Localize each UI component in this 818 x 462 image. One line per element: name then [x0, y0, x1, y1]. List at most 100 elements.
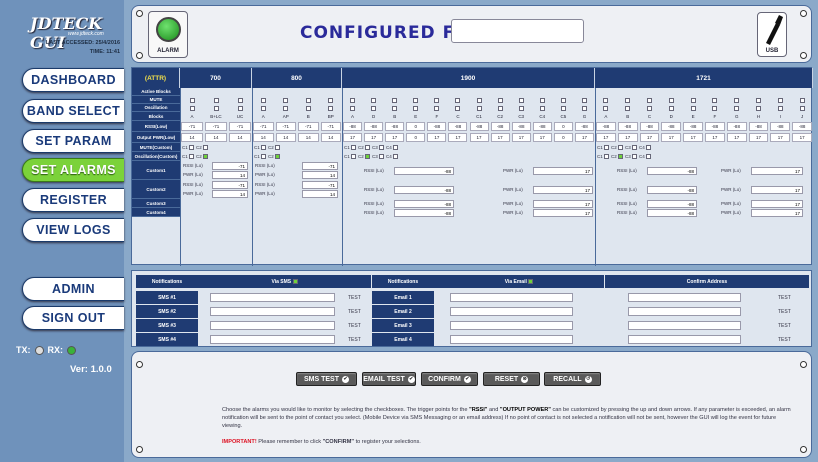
rssi-low-field[interactable]: -88 — [705, 122, 725, 131]
nav-sign-out[interactable]: SIGN OUT — [22, 306, 124, 330]
nav-view-logs[interactable]: VIEW LOGS — [22, 218, 124, 242]
alarm-checkbox[interactable] — [755, 105, 761, 111]
nav-register[interactable]: REGISTER — [22, 188, 124, 212]
nav-band-select[interactable]: BAND SELECT — [22, 99, 124, 123]
rssi-low-field[interactable]: 0 — [406, 122, 426, 131]
alarm-checkbox[interactable] — [189, 97, 195, 103]
pwr-lo-field[interactable]: 17 — [533, 166, 593, 175]
alarm-checkbox[interactable] — [260, 105, 266, 111]
pwr-lo-field[interactable]: 17 — [751, 199, 803, 208]
custom-checkbox[interactable] — [275, 154, 280, 159]
email-input[interactable] — [450, 307, 573, 316]
sms-test-link[interactable]: TEST — [348, 295, 361, 301]
alarm-checkbox[interactable] — [734, 105, 740, 111]
rssi-low-field[interactable]: -88 — [490, 122, 510, 131]
rssi-low-field[interactable]: 0 — [553, 122, 573, 131]
output-pwr-low-field[interactable]: 14 — [205, 133, 227, 142]
nav-admin[interactable]: ADMIN — [22, 277, 124, 301]
pwr-lo-field[interactable]: 17 — [533, 185, 593, 194]
alarm-checkbox[interactable] — [799, 97, 805, 103]
output-pwr-low-field[interactable]: 14 — [320, 133, 341, 142]
pwr-lo-field[interactable]: 17 — [751, 185, 803, 194]
email-input[interactable] — [450, 293, 573, 302]
email-test-link[interactable]: TEST — [778, 337, 791, 343]
rssi-low-field[interactable]: -71 — [320, 122, 341, 131]
custom-checkbox[interactable] — [203, 145, 208, 150]
custom-checkbox[interactable] — [261, 145, 266, 150]
alarm-checkbox[interactable] — [237, 97, 243, 103]
custom-checkbox[interactable] — [646, 154, 651, 159]
alarm-checkbox[interactable] — [539, 97, 545, 103]
alarm-checkbox[interactable] — [434, 97, 440, 103]
alarm-checkbox[interactable] — [476, 97, 482, 103]
custom-checkbox[interactable] — [351, 145, 356, 150]
pwr-lo-field[interactable]: 17 — [533, 199, 593, 208]
rssi-low-field[interactable]: -88 — [596, 122, 616, 131]
recall-button[interactable]: RECALL ↺ — [544, 372, 601, 386]
rssi-low-field[interactable]: -88 — [792, 122, 812, 131]
custom-checkbox[interactable] — [379, 145, 384, 150]
rssi-lo-field[interactable]: -88 — [394, 185, 454, 194]
sms-test-link[interactable]: TEST — [348, 337, 361, 343]
rssi-lo-field[interactable]: -88 — [394, 208, 454, 217]
output-pwr-low-field[interactable]: 17 — [511, 133, 531, 142]
alarm-checkbox[interactable] — [283, 97, 289, 103]
email-input[interactable] — [450, 335, 573, 344]
rssi-lo-field[interactable]: -71 — [212, 181, 248, 189]
alarm-checkbox[interactable] — [646, 105, 652, 111]
pwr-lo-field[interactable]: 17 — [533, 208, 593, 217]
sms-number-input[interactable] — [210, 307, 335, 316]
alarm-checkbox[interactable] — [712, 105, 718, 111]
output-pwr-low-field[interactable]: 17 — [490, 133, 510, 142]
alarm-checkbox[interactable] — [518, 97, 524, 103]
alarm-checkbox[interactable] — [560, 97, 566, 103]
rssi-low-field[interactable]: -88 — [661, 122, 682, 131]
custom-checkbox[interactable] — [189, 145, 194, 150]
custom-checkbox[interactable] — [275, 145, 280, 150]
output-pwr-low-field[interactable]: 17 — [792, 133, 812, 142]
alarm-checkbox[interactable] — [305, 105, 311, 111]
alarm-checkbox[interactable] — [189, 105, 195, 111]
alarm-checkbox[interactable] — [712, 97, 718, 103]
rssi-low-field[interactable]: -71 — [275, 122, 296, 131]
rssi-low-field[interactable]: -88 — [448, 122, 468, 131]
alarm-checkbox[interactable] — [560, 105, 566, 111]
reset-button[interactable]: RESET ⊗ — [483, 372, 540, 386]
email-test-button[interactable]: EMAIL TEST ✔ — [362, 372, 416, 386]
output-pwr-low-field[interactable]: 17 — [596, 133, 616, 142]
rssi-low-field[interactable]: -88 — [532, 122, 552, 131]
rssi-lo-field[interactable]: -71 — [302, 181, 338, 189]
confirm-email-input[interactable] — [628, 293, 741, 302]
output-pwr-low-field[interactable]: 14 — [229, 133, 251, 142]
rssi-low-field[interactable]: -71 — [298, 122, 319, 131]
rssi-low-field[interactable]: -88 — [617, 122, 638, 131]
output-pwr-low-field[interactable]: 14 — [275, 133, 296, 142]
rssi-low-field[interactable]: -88 — [770, 122, 791, 131]
rssi-low-field[interactable]: -88 — [639, 122, 660, 131]
alarm-checkbox[interactable] — [237, 105, 243, 111]
output-pwr-low-field[interactable]: 17 — [343, 133, 363, 142]
rssi-lo-field[interactable]: -88 — [647, 185, 697, 194]
alarm-checkbox[interactable] — [434, 105, 440, 111]
custom-checkbox[interactable] — [203, 154, 208, 159]
alarm-checkbox[interactable] — [392, 97, 398, 103]
alarm-checkbox[interactable] — [518, 105, 524, 111]
output-pwr-low-field[interactable]: 17 — [683, 133, 703, 142]
confirm-email-input[interactable] — [628, 335, 741, 344]
alarm-checkbox[interactable] — [305, 97, 311, 103]
alarm-checkbox[interactable] — [413, 97, 419, 103]
alarm-checkbox[interactable] — [646, 97, 652, 103]
alarm-checkbox[interactable] — [213, 105, 219, 111]
confirm-email-input[interactable] — [628, 307, 741, 316]
alarm-checkbox[interactable] — [581, 105, 587, 111]
sms-test-link[interactable]: TEST — [348, 309, 361, 315]
output-pwr-low-field[interactable]: 17 — [748, 133, 769, 142]
custom-checkbox[interactable] — [646, 145, 651, 150]
rssi-low-field[interactable]: -88 — [385, 122, 405, 131]
rssi-low-field[interactable]: -71 — [253, 122, 274, 131]
alarm-checkbox[interactable] — [668, 97, 674, 103]
alarm-checkbox[interactable] — [539, 105, 545, 111]
alarm-checkbox[interactable] — [392, 105, 398, 111]
rssi-lo-field[interactable]: -88 — [647, 166, 697, 175]
pwr-lo-field[interactable]: 14 — [302, 170, 338, 179]
